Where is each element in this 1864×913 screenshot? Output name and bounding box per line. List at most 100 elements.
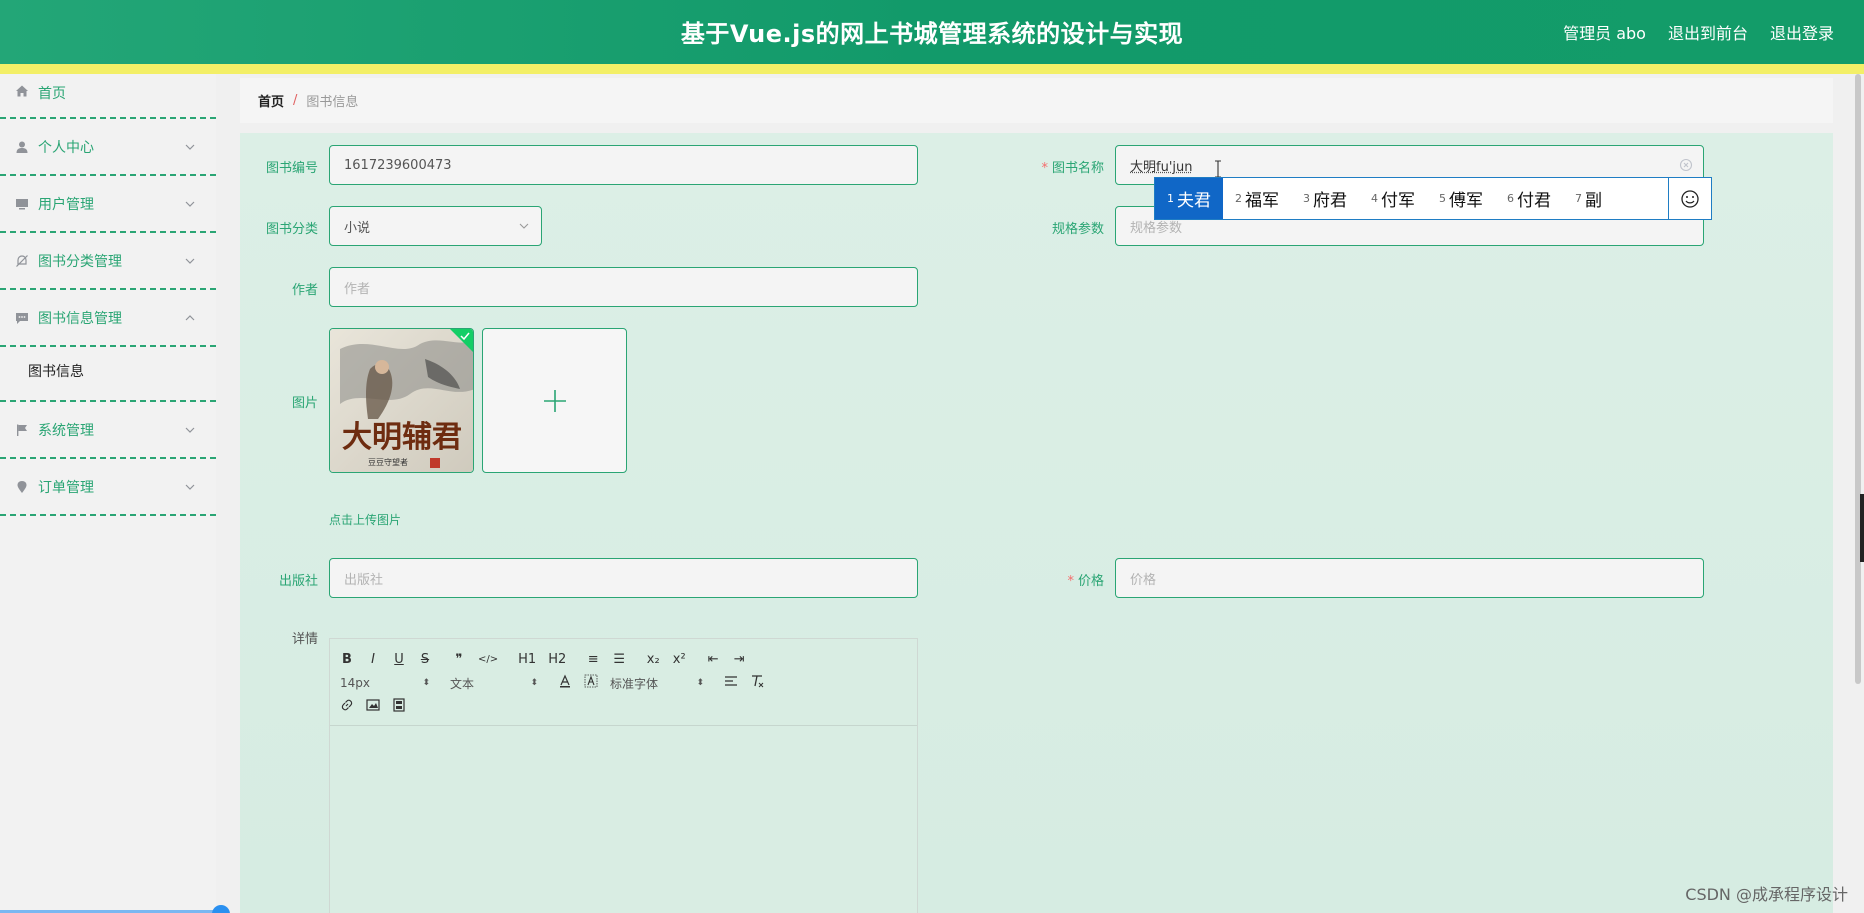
book-no-input[interactable]: 1617239600473 [329,145,918,185]
sidebar-item-label: 个人中心 [38,139,94,156]
price-input[interactable]: 价格 [1115,558,1704,598]
ime-candidate[interactable]: 7副 [1563,178,1614,219]
logout-link[interactable]: 退出登录 [1770,20,1834,44]
submenu-book-info: 图书信息 [0,347,216,402]
header-links: 管理员 abo 退出到前台 退出登录 [1563,20,1834,44]
background-color-icon[interactable] [584,674,598,692]
link-icon[interactable] [340,698,354,716]
flag-icon [14,422,30,438]
breadcrumb: 首页 / 图书信息 [240,78,1833,123]
italic-button[interactable]: I [366,652,380,667]
video-icon[interactable] [392,698,406,716]
font-family-select[interactable]: 标准字体 ⬍ [610,675,704,692]
ime-candidate-popup: 1 夫君 2 福军 3 府君 4 付军 5 傅军 6 付君 7副 [1154,177,1712,220]
bell-off-icon [14,253,30,269]
publisher-input[interactable]: 出版社 [329,558,918,598]
exit-to-front-link[interactable]: 退出到前台 [1668,20,1748,44]
sidebar-item-label: 首页 [38,86,66,102]
sidebar-item-book-info-management[interactable]: 图书信息管理 [0,290,216,347]
bold-button[interactable]: B [340,652,354,667]
chevron-down-icon [185,484,195,490]
sidebar: 首页 个人中心 用户管理 图书分类管理 图书信息管理 图书信息 系统管理 订单管… [0,74,216,913]
editor-content-area[interactable] [330,726,917,913]
sidebar-item-label: 系统管理 [38,422,94,439]
scrollbar-marker [1860,494,1864,562]
cover-author-text: 豆豆守望者 [368,457,408,467]
home-icon [14,83,30,99]
ime-candidate[interactable]: 6 付君 [1495,178,1563,219]
book-form: 图书编号 1617239600473 * 图书名称 大明fu'jun 图书分类 小… [240,133,1833,913]
price-label: * 价格 [1067,574,1104,589]
spec-label: 规格参数 [1051,222,1104,237]
category-label: 图书分类 [265,222,318,237]
submenu-item-book-info[interactable]: 图书信息 [28,361,84,381]
sidebar-item-system-management[interactable]: 系统管理 [0,402,216,459]
font-color-icon[interactable] [558,674,572,692]
ime-candidate[interactable]: 3 府君 [1291,178,1359,219]
book-cover-image: 大明辅君 豆豆守望者 [330,329,473,472]
book-name-label: * 图书名称 [1041,161,1104,176]
author-label: 作者 [291,283,318,298]
superscript-button[interactable]: x² [672,652,686,667]
monitor-icon [14,196,30,212]
sidebar-item-user-management[interactable]: 用户管理 [0,176,216,233]
font-size-select[interactable]: 14px ⬍ [340,676,430,690]
upload-add-button[interactable] [482,328,627,473]
sidebar-item-home[interactable]: 首页 [0,74,216,119]
chevron-down-icon [185,258,195,264]
ime-candidate[interactable]: 1 夫君 [1155,178,1223,219]
emoji-button[interactable] [1668,178,1711,219]
location-icon [14,479,30,495]
h1-button[interactable]: H1 [518,652,536,667]
ime-candidate[interactable]: 5 傅军 [1427,178,1495,219]
floating-dot[interactable] [212,905,230,913]
strike-button[interactable]: S [418,652,432,667]
smiley-icon [1681,189,1699,208]
scrollbar-thumb[interactable] [1855,74,1861,684]
breadcrumb-home[interactable]: 首页 [258,91,284,110]
rich-text-editor: B I U S ❞ </> H1 H2 ≡ ☰ x₂ x² ⇤ ⇥ 14px ⬍ … [329,638,918,913]
chevron-down-icon [185,144,195,150]
toolbar-row-2: 14px ⬍ 文本 ⬍ 标准字体 ⬍ [340,671,907,695]
top-header: 基于Vue.js的网上书城管理系统的设计与实现 管理员 abo 退出到前台 退出… [0,0,1864,64]
ordered-list-button[interactable]: ≡ [586,652,600,667]
editor-toolbar: B I U S ❞ </> H1 H2 ≡ ☰ x₂ x² ⇤ ⇥ 14px ⬍ … [330,639,917,726]
header-accent-strip [0,64,1864,74]
image-label: 图片 [291,396,318,411]
sidebar-item-category-management[interactable]: 图书分类管理 [0,233,216,290]
book-no-label: 图书编号 [265,161,318,176]
outdent-button[interactable]: ⇤ [706,652,720,667]
image-icon[interactable] [366,698,380,716]
sidebar-item-label: 用户管理 [38,196,94,213]
ime-candidate[interactable]: 4 付军 [1359,178,1427,219]
sidebar-item-label: 订单管理 [38,479,94,496]
message-icon [14,310,30,326]
clear-circle-icon[interactable] [1679,158,1693,172]
upload-tip: 点击上传图片 [329,513,402,527]
breadcrumb-current: 图书信息 [306,95,359,110]
sidebar-item-order-management[interactable]: 订单管理 [0,459,216,516]
ime-candidate[interactable]: 2 福军 [1223,178,1291,219]
category-select[interactable]: 小说 [329,206,542,246]
chevron-down-icon [185,201,195,207]
sidebar-item-label: 图书信息管理 [38,310,122,327]
clear-format-icon[interactable] [750,674,764,692]
indent-button[interactable]: ⇥ [732,652,746,667]
blockquote-button[interactable]: ❞ [452,652,466,667]
bullet-list-button[interactable]: ☰ [612,652,626,667]
toolbar-row-3 [340,695,907,719]
subscript-button[interactable]: x₂ [646,652,660,667]
page-scrollbar[interactable] [1853,74,1864,913]
code-button[interactable]: </> [478,654,498,665]
cover-title-text: 大明辅君 [342,420,462,455]
author-input[interactable]: 作者 [329,267,918,307]
book-cover-thumbnail[interactable]: 大明辅君 豆豆守望者 [329,328,474,473]
sidebar-item-label: 图书分类管理 [38,253,122,270]
align-icon[interactable] [724,674,738,692]
text-type-select[interactable]: 文本 ⬍ [450,675,538,692]
h2-button[interactable]: H2 [548,652,566,667]
watermark: CSDN @成承程序设计 [1685,885,1848,904]
admin-user-label[interactable]: 管理员 abo [1563,20,1646,44]
sidebar-item-personal-center[interactable]: 个人中心 [0,119,216,176]
underline-button[interactable]: U [392,652,406,667]
